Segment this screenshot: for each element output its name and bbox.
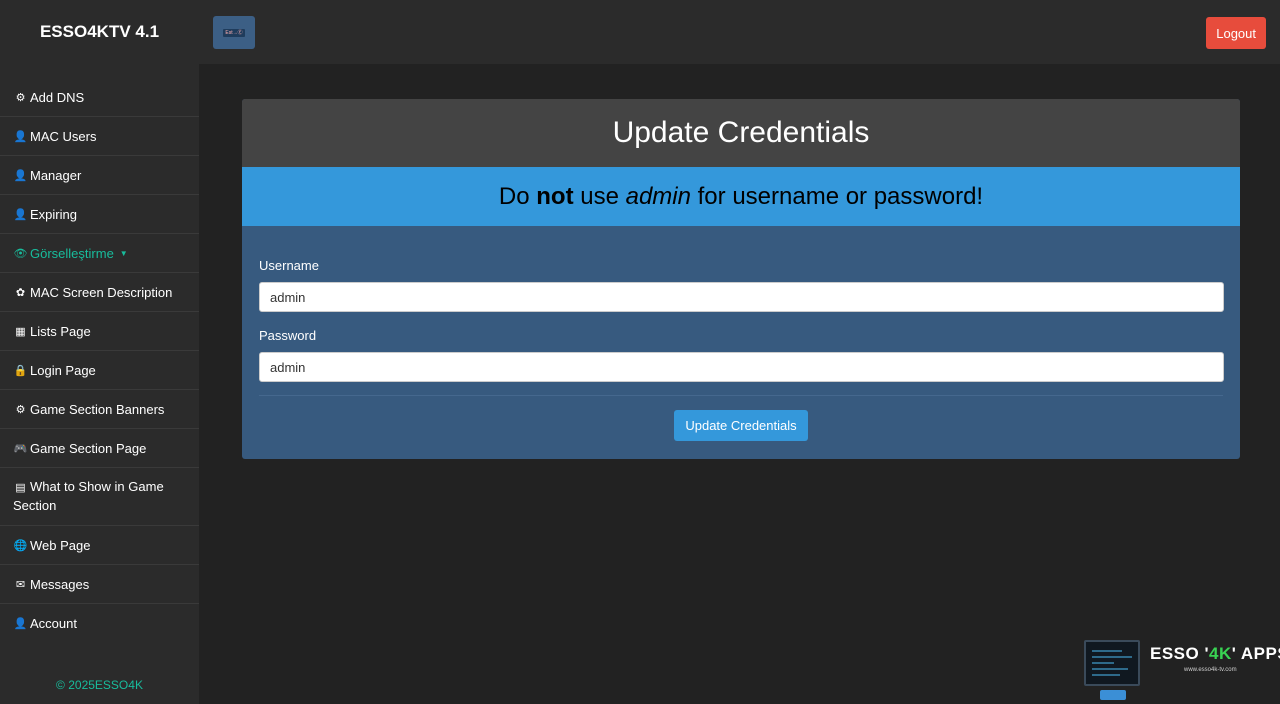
sidebar-item-label: Account [30,616,77,631]
watermark-title-post: ' APPS [1231,644,1280,663]
form-divider [259,395,1223,396]
sidebar-item-game-section-page[interactable]: 🎮 Game Section Page [0,429,199,468]
monitor-stand-icon [1100,690,1126,700]
sidebar-item-game-section-banners[interactable]: ⚙ Game Section Banners [0,390,199,429]
username-label: Username [259,258,319,273]
envelope-icon: ✉ [15,578,26,591]
sidebar-item-label-text: What to Show in Game Section [13,479,164,513]
globe-icon: 🌐 [13,539,28,552]
language-button[interactable]: Est→Ⓔ [213,16,255,49]
sidebar-item-label: Manager [30,167,82,183]
topbar: Est→Ⓔ Logout [199,0,1280,64]
user-icon: 👤 [13,169,28,182]
warning-text-mid: use [573,182,626,210]
sidebar-item-expiring[interactable]: 👤 Expiring [0,195,199,234]
film-icon: ▤ [15,482,26,494]
esso-apps-watermark: ESSO '4K' APPS www.esso4k-tv.com [1082,638,1280,704]
sidebar-item-account[interactable]: 👤 Account [0,604,199,643]
watermark-title-pre: ESSO ' [1150,644,1210,663]
cogs-icon: ⚙ [15,91,26,104]
user-icon: 👤 [13,130,28,143]
sidebar-item-login-page[interactable]: 🔒 Login Page [0,351,199,390]
sidebar-item-label: Login Page [30,362,96,378]
sidebar-item-label: Messages [30,576,90,592]
qrcode-icon: ▦ [15,325,26,338]
sidebar-item-mac-users[interactable]: 👤 MAC Users [0,117,199,156]
sidebar-item-messages[interactable]: ✉ Messages [0,565,199,604]
watermark-title-4k: 4K [1209,644,1232,663]
sidebar-item-label: Görselleştirme [30,245,114,261]
page-title: Update Credentials [242,99,1240,167]
sidebar-item-label: Expiring [30,206,77,222]
user-icon: 👤 [13,208,28,221]
flag-icon: Est→Ⓔ [223,28,245,37]
password-label: Password [259,328,317,343]
cog-icon: ✿ [15,286,26,299]
password-field[interactable] [259,352,1224,382]
credentials-form: Username Password Update Credentials [242,226,1240,441]
eye-icon: 👁 [13,247,28,260]
sidebar-item-lists-page[interactable]: ▦ Lists Page [0,312,199,351]
cogs-icon: ⚙ [15,403,26,416]
app-brand[interactable]: ESSO4KTV 4.1 [0,0,199,64]
sidebar-nav: ⚙ Add DNS 👤 MAC Users 👤 Manager 👤 Expiri… [0,78,199,643]
sidebar-item-label: Game Section Page [30,440,147,456]
sidebar-item-web-page[interactable]: 🌐 Web Page [0,526,199,565]
sidebar-item-label: MAC Users [30,128,97,144]
sidebar-item-label: Add DNS [30,89,85,105]
sidebar-item-label: ▤ What to Show in Game Section [13,478,186,515]
sidebar: ESSO4KTV 4.1 ⚙ Add DNS 👤 MAC Users 👤 Man… [0,0,199,704]
warning-banner: Do not use admin for username or passwor… [242,167,1240,226]
sidebar-item-mac-screen-description[interactable]: ✿ MAC Screen Description [0,273,199,312]
sidebar-item-what-to-show-in-game-section[interactable]: ▤ What to Show in Game Section [0,468,199,526]
copyright-footer: © 2025ESSO4K [56,678,143,692]
username-field[interactable] [259,282,1224,312]
update-credentials-card: Update Credentials Do not use admin for … [242,99,1240,459]
monitor-icon [1084,640,1140,686]
sidebar-item-label: Lists Page [30,323,91,339]
watermark-title: ESSO '4K' APPS [1150,644,1280,664]
user-icon: 👤 [13,618,28,630]
warning-text-bold: not [536,182,574,210]
sidebar-item-gorsellestirme[interactable]: 👁 Görselleştirme ▼ [0,234,199,273]
sidebar-item-label: MAC Screen Description [30,284,173,300]
warning-text-italic: admin [625,182,691,210]
update-credentials-button[interactable]: Update Credentials [674,410,808,441]
logout-button[interactable]: Logout [1206,17,1266,49]
sidebar-item-add-dns[interactable]: ⚙ Add DNS [0,78,199,117]
caret-down-icon: ▼ [119,248,128,258]
watermark-url: www.esso4k-tv.com [1184,667,1237,673]
warning-text-pre: Do [498,182,537,210]
sidebar-item-manager[interactable]: 👤 Manager [0,156,199,195]
lock-icon: 🔒 [13,364,28,377]
warning-text-post: for username or password! [690,182,984,210]
sidebar-item-label: Web Page [30,537,91,553]
gamepad-icon: 🎮 [13,442,28,455]
sidebar-item-label: Game Section Banners [30,401,165,417]
